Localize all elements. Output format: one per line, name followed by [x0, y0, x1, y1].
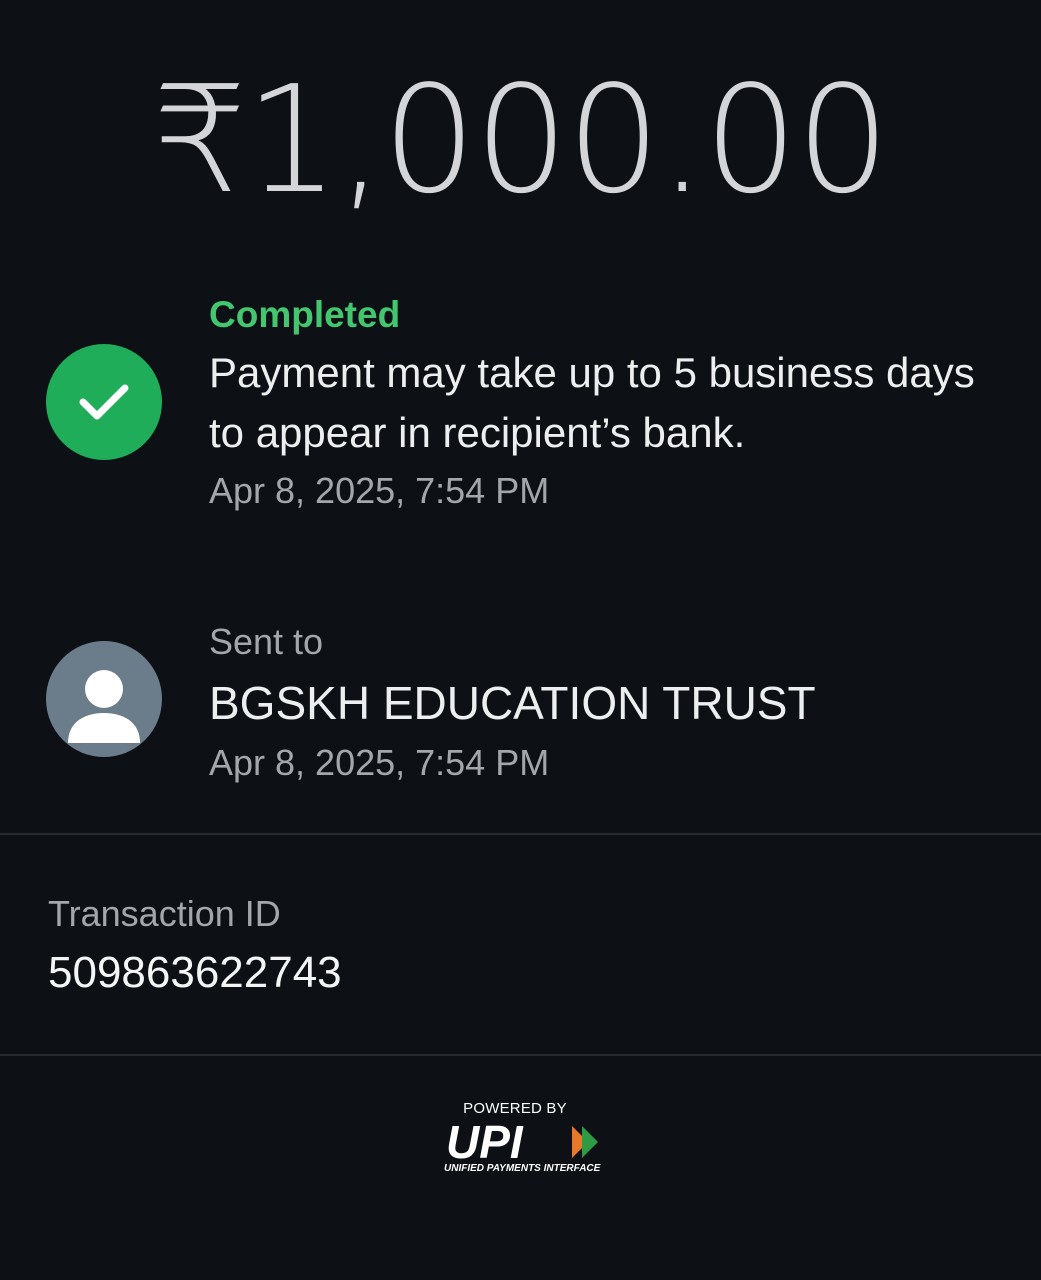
recipient-avatar-icon[interactable]: [46, 641, 162, 757]
recipient-timestamp: Apr 8, 2025, 7:54 PM: [209, 742, 550, 783]
upi-subtitle: UNIFIED PAYMENTS INTERFACE: [444, 1163, 601, 1174]
status-message: Payment may take up to 5 business days t…: [209, 349, 975, 456]
success-check-icon: [46, 344, 162, 460]
transaction-section: Transaction ID 509863622743: [48, 888, 342, 1004]
upi-branding: POWERED BY UPI UNIFIED PAYMENTS INTERFAC…: [440, 1098, 610, 1183]
transaction-id-label: Transaction ID: [48, 893, 281, 934]
upi-logo-icon: UPI: [446, 1118, 598, 1164]
sent-to-label: Sent to: [209, 621, 324, 662]
powered-by-label: POWERED BY: [463, 1100, 567, 1117]
divider: [0, 1054, 1041, 1056]
status-section: Completed Payment may take up to 5 busin…: [209, 292, 1009, 519]
payment-amount: ₹1,000.00: [152, 54, 890, 226]
status-timestamp: Apr 8, 2025, 7:54 PM: [209, 470, 550, 511]
transaction-id-value[interactable]: 509863622743: [48, 942, 342, 1004]
divider: [0, 833, 1041, 835]
recipient-name[interactable]: BGSKH EDUCATION TRUST: [209, 671, 1009, 735]
status-label: Completed: [209, 294, 401, 335]
svg-text:UPI: UPI: [446, 1118, 524, 1164]
recipient-section[interactable]: Sent to BGSKH EDUCATION TRUST Apr 8, 202…: [209, 616, 1009, 791]
